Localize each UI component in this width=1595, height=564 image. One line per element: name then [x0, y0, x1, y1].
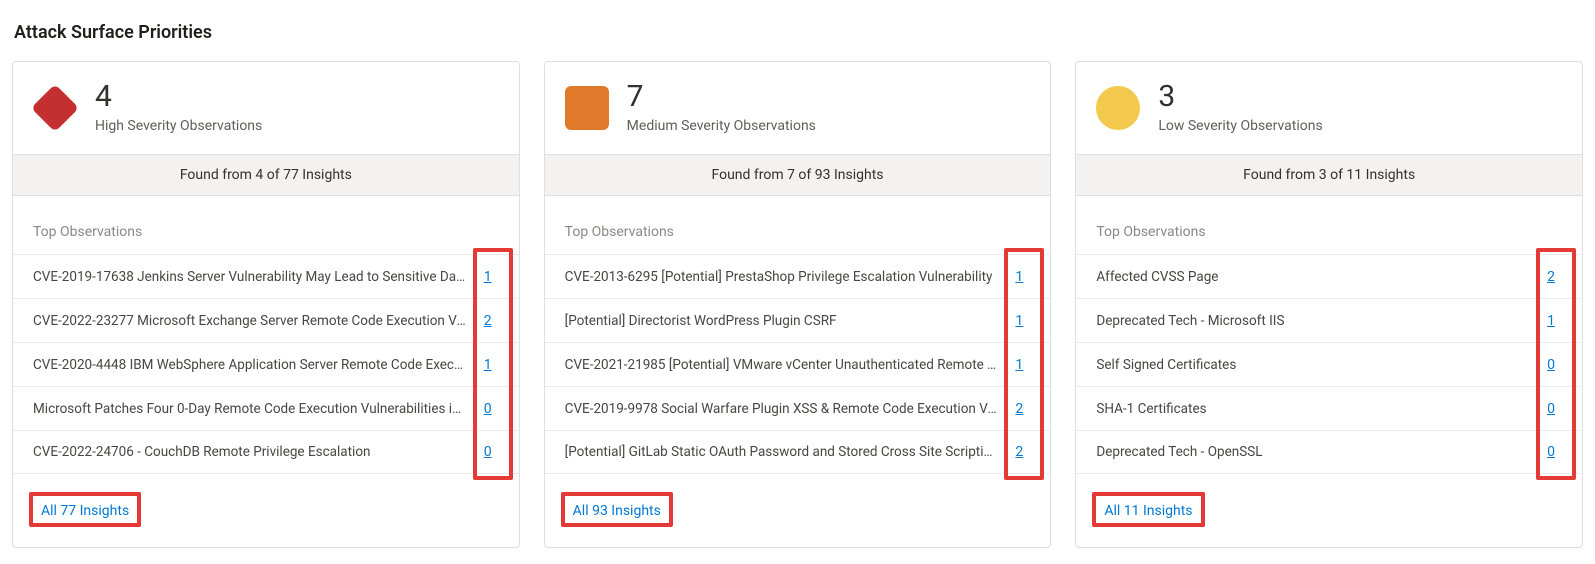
observation-row[interactable]: Affected CVSS Page 2: [1076, 254, 1582, 298]
card-footer-medium: All 93 Insights: [545, 474, 1051, 547]
all-insights-link-medium[interactable]: All 93 Insights: [573, 503, 661, 519]
observation-count-link[interactable]: 2: [1540, 269, 1562, 285]
observation-count-link[interactable]: 1: [1540, 313, 1562, 329]
all-insights-highlight: All 93 Insights: [561, 492, 673, 527]
medium-severity-label: Medium Severity Observations: [627, 118, 816, 134]
low-severity-label: Low Severity Observations: [1158, 118, 1322, 134]
observation-name: Deprecated Tech - Microsoft IIS: [1096, 313, 1530, 329]
card-header-medium: 7 Medium Severity Observations: [545, 62, 1051, 154]
observation-row[interactable]: CVE-2019-17638 Jenkins Server Vulnerabil…: [13, 254, 519, 298]
observation-count-link[interactable]: 0: [1540, 444, 1562, 460]
observation-name: [Potential] GitLab Static OAuth Password…: [565, 444, 999, 460]
observation-row[interactable]: [Potential] GitLab Static OAuth Password…: [545, 430, 1051, 474]
medium-severity-icon: [565, 86, 609, 130]
all-insights-highlight: All 11 Insights: [1092, 492, 1204, 527]
observation-name: CVE-2022-24706 - CouchDB Remote Privileg…: [33, 444, 467, 460]
observation-name: CVE-2021-21985 [Potential] VMware vCente…: [565, 357, 999, 373]
card-footer-low: All 11 Insights: [1076, 474, 1582, 547]
observation-row[interactable]: SHA-1 Certificates 0: [1076, 386, 1582, 430]
top-observations-label: Top Observations: [13, 196, 519, 254]
found-bar-medium: Found from 7 of 93 Insights: [545, 154, 1051, 196]
high-severity-icon: [33, 86, 77, 130]
observation-row[interactable]: CVE-2021-21985 [Potential] VMware vCente…: [545, 342, 1051, 386]
card-header-high: 4 High Severity Observations: [13, 62, 519, 154]
high-severity-label: High Severity Observations: [95, 118, 262, 134]
observation-name: CVE-2022-23277 Microsoft Exchange Server…: [33, 313, 467, 329]
observation-count-link[interactable]: 0: [477, 401, 499, 417]
observation-count-link[interactable]: 1: [1008, 313, 1030, 329]
all-insights-link-low[interactable]: All 11 Insights: [1104, 503, 1192, 519]
top-observations-label: Top Observations: [545, 196, 1051, 254]
observation-name: [Potential] Directorist WordPress Plugin…: [565, 313, 999, 329]
card-footer-high: All 77 Insights: [13, 474, 519, 547]
observation-row[interactable]: CVE-2022-23277 Microsoft Exchange Server…: [13, 298, 519, 342]
observations-list-low: Affected CVSS Page 2 Deprecated Tech - M…: [1076, 254, 1582, 474]
observation-count-link[interactable]: 1: [477, 269, 499, 285]
observation-count-link[interactable]: 2: [1008, 444, 1030, 460]
observation-count-link[interactable]: 2: [477, 313, 499, 329]
all-insights-highlight: All 77 Insights: [29, 492, 141, 527]
observation-row[interactable]: [Potential] Directorist WordPress Plugin…: [545, 298, 1051, 342]
observation-row[interactable]: Deprecated Tech - Microsoft IIS 1: [1076, 298, 1582, 342]
observation-count-link[interactable]: 1: [477, 357, 499, 373]
observation-count-link[interactable]: 1: [1008, 269, 1030, 285]
observation-name: CVE-2013-6295 [Potential] PrestaShop Pri…: [565, 269, 999, 285]
observation-row[interactable]: Microsoft Patches Four 0-Day Remote Code…: [13, 386, 519, 430]
found-bar-low: Found from 3 of 11 Insights: [1076, 154, 1582, 196]
card-low-severity: 3 Low Severity Observations Found from 3…: [1075, 61, 1583, 548]
observation-count-link[interactable]: 2: [1008, 401, 1030, 417]
observation-name: Self Signed Certificates: [1096, 357, 1530, 373]
observation-name: Affected CVSS Page: [1096, 269, 1530, 285]
observation-name: CVE-2019-17638 Jenkins Server Vulnerabil…: [33, 269, 467, 285]
observations-list-medium: CVE-2013-6295 [Potential] PrestaShop Pri…: [545, 254, 1051, 474]
all-insights-link-high[interactable]: All 77 Insights: [41, 503, 129, 519]
observation-name: Deprecated Tech - OpenSSL: [1096, 444, 1530, 460]
found-bar-high: Found from 4 of 77 Insights: [13, 154, 519, 196]
high-severity-count: 4: [95, 82, 262, 112]
observation-row[interactable]: CVE-2020-4448 IBM WebSphere Application …: [13, 342, 519, 386]
medium-severity-count: 7: [627, 82, 816, 112]
observation-name: Microsoft Patches Four 0-Day Remote Code…: [33, 401, 467, 417]
observation-count-link[interactable]: 0: [1540, 357, 1562, 373]
observations-list-high: CVE-2019-17638 Jenkins Server Vulnerabil…: [13, 254, 519, 474]
low-severity-icon: [1096, 86, 1140, 130]
observation-name: SHA-1 Certificates: [1096, 401, 1530, 417]
low-severity-count: 3: [1158, 82, 1322, 112]
card-high-severity: 4 High Severity Observations Found from …: [12, 61, 520, 548]
card-medium-severity: 7 Medium Severity Observations Found fro…: [544, 61, 1052, 548]
observation-count-link[interactable]: 0: [477, 444, 499, 460]
priorities-cards-row: 4 High Severity Observations Found from …: [12, 61, 1583, 548]
top-observations-label: Top Observations: [1076, 196, 1582, 254]
card-header-low: 3 Low Severity Observations: [1076, 62, 1582, 154]
observation-row[interactable]: CVE-2019-9978 Social Warfare Plugin XSS …: [545, 386, 1051, 430]
observation-row[interactable]: CVE-2013-6295 [Potential] PrestaShop Pri…: [545, 254, 1051, 298]
observation-row[interactable]: Self Signed Certificates 0: [1076, 342, 1582, 386]
section-title: Attack Surface Priorities: [14, 22, 1583, 43]
observation-count-link[interactable]: 1: [1008, 357, 1030, 373]
observation-name: CVE-2019-9978 Social Warfare Plugin XSS …: [565, 401, 999, 417]
observation-row[interactable]: CVE-2022-24706 - CouchDB Remote Privileg…: [13, 430, 519, 474]
observation-count-link[interactable]: 0: [1540, 401, 1562, 417]
observation-row[interactable]: Deprecated Tech - OpenSSL 0: [1076, 430, 1582, 474]
observation-name: CVE-2020-4448 IBM WebSphere Application …: [33, 357, 467, 373]
